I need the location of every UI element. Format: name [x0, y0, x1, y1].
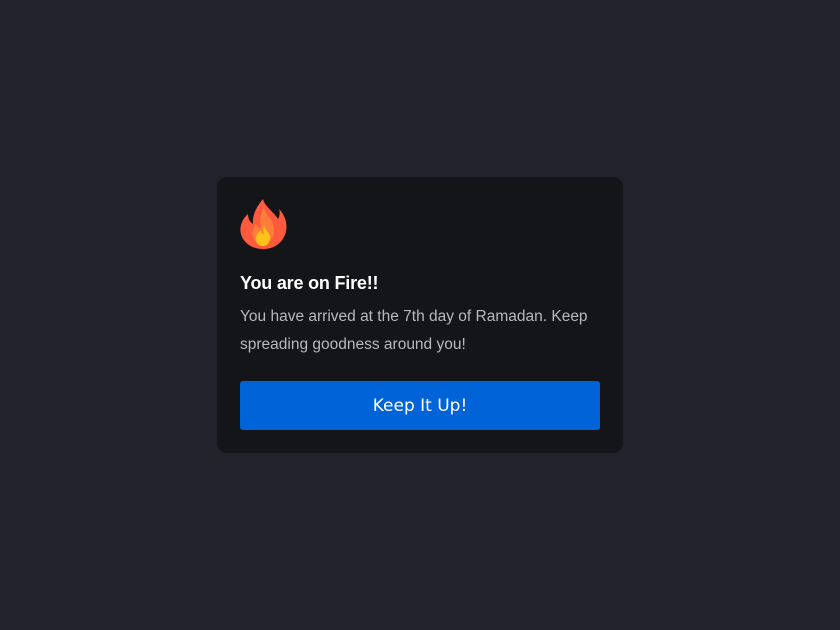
fire-icon	[239, 197, 287, 251]
dialog-message: You have arrived at the 7th day of Ramad…	[240, 308, 588, 353]
streak-dialog: You are on Fire!! You have arrived at th…	[217, 177, 623, 453]
dialog-title: You are on Fire!!	[240, 273, 379, 293]
keep-it-up-button[interactable]: Keep It Up!	[240, 381, 600, 430]
